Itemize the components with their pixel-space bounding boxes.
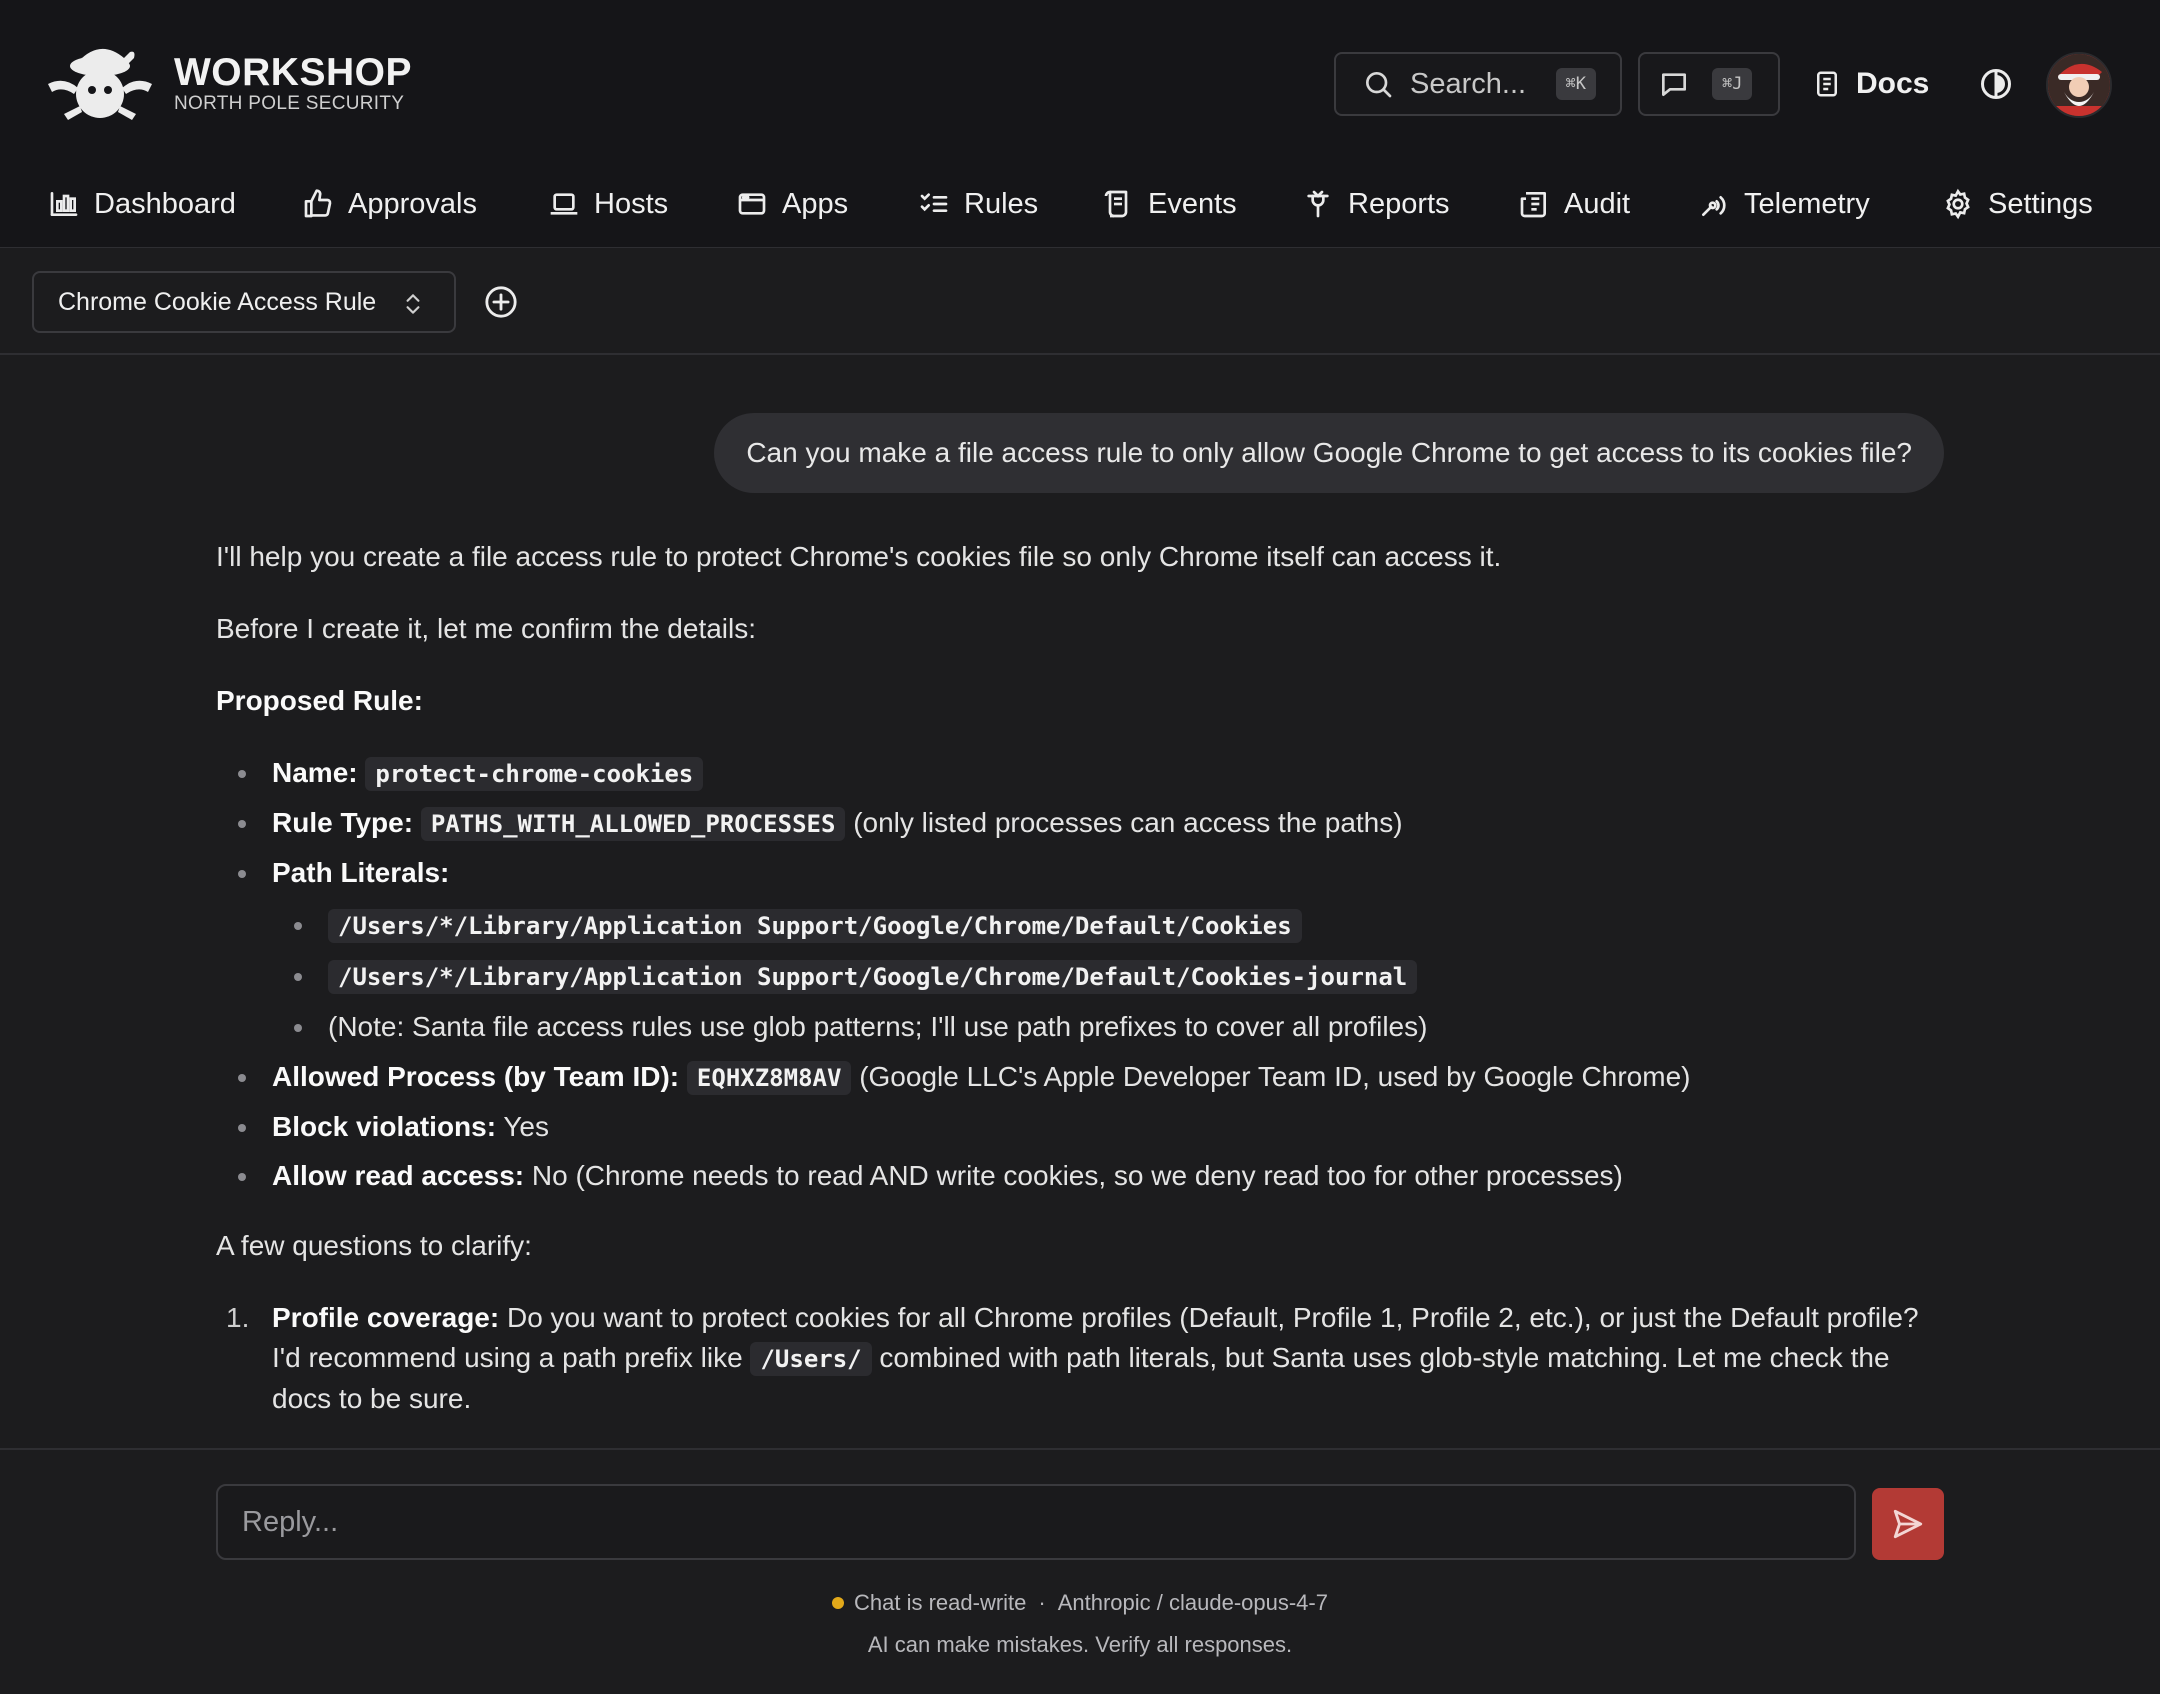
question-code: /Users/ xyxy=(750,1342,872,1376)
app-header: WORKSHOP NORTH POLE SECURITY Search... ⌘… xyxy=(0,0,2160,248)
nav-settings[interactable]: Settings xyxy=(1942,182,2093,226)
user-message: Can you make a file access rule to only … xyxy=(714,413,1944,493)
list-item: (Note: Santa file access rules use glob … xyxy=(294,1007,1946,1047)
nav-telemetry[interactable]: Telemetry xyxy=(1698,182,1870,226)
status-separator: · xyxy=(1038,1590,1046,1615)
scroll-icon xyxy=(1104,190,1128,218)
questions-heading: A few questions to clarify: xyxy=(216,1230,532,1261)
allowed-process-label: Allowed Process (by Team ID): xyxy=(272,1061,680,1092)
nav-label: Audit xyxy=(1564,187,1631,220)
allow-read-value: No (Chrome needs to read AND write cooki… xyxy=(531,1160,1623,1191)
send-icon xyxy=(1893,1509,1923,1539)
proposed-rule-heading: Proposed Rule: xyxy=(216,685,423,716)
rule-name-code: protect-chrome-cookies xyxy=(365,757,704,791)
model-label: Anthropic / claude-opus-4-7 xyxy=(1057,1590,1328,1615)
list-item: Allowed Process (by Team ID): EQHXZ8M8AV… xyxy=(238,1057,1946,1098)
list-item: /Users/*/Library/Application Support/Goo… xyxy=(294,956,1946,997)
search-shortcut-badge: ⌘K xyxy=(1555,68,1596,100)
chat-shortcut-badge: ⌘J xyxy=(1712,68,1753,100)
list-item: Path Literals: /Users/*/Library/Applicat… xyxy=(238,853,1946,1047)
list-item: /Users/*/Library/Application Support/Goo… xyxy=(294,905,1946,946)
main-nav: Dashboard Approvals Hosts Apps Rules Eve… xyxy=(0,168,2160,238)
question-number: 1. xyxy=(226,1302,250,1333)
nav-label: Approvals xyxy=(348,187,477,220)
nav-events[interactable]: Events xyxy=(1102,182,1237,226)
chat-button[interactable]: ⌘J xyxy=(1638,52,1780,116)
path-literals-list: /Users/*/Library/Application Support/Goo… xyxy=(294,905,1946,1047)
radio-icon xyxy=(1702,196,1726,216)
block-violations-value: Yes xyxy=(503,1111,550,1142)
list-item: Allow read access: No (Chrome needs to r… xyxy=(238,1156,1946,1196)
assistant-confirm: Before I create it, let me confirm the d… xyxy=(216,613,757,644)
docs-label: Docs xyxy=(1856,67,1930,100)
book-icon xyxy=(1817,71,1837,97)
chat-transcript: Can you make a file access rule to only … xyxy=(0,357,2160,1447)
nav-label: Telemetry xyxy=(1744,187,1870,220)
nav-approvals[interactable]: Approvals xyxy=(302,182,477,226)
search-button[interactable]: Search... ⌘K xyxy=(1334,52,1622,116)
newspaper-icon xyxy=(1520,192,1546,218)
path-code: /Users/*/Library/Application Support/Goo… xyxy=(328,909,1302,943)
rule-type-label: Rule Type: xyxy=(272,807,414,838)
proposed-rule-list: Name: protect-chrome-cookies Rule Type: … xyxy=(238,753,1946,1196)
nav-reports[interactable]: Reports xyxy=(1302,182,1450,226)
name-label: Name: xyxy=(272,757,358,788)
reports-icon xyxy=(1307,190,1329,218)
chat-status: Chat is read-write xyxy=(854,1590,1027,1615)
conversation-title: Chrome Cookie Access Rule xyxy=(58,287,377,316)
search-placeholder: Search... xyxy=(1410,67,1527,100)
nav-hosts[interactable]: Hosts xyxy=(548,182,668,226)
reply-input[interactable] xyxy=(216,1484,1856,1560)
conversation-toolbar: Chrome Cookie Access Rule xyxy=(0,249,2160,355)
path-note: (Note: Santa file access rules use glob … xyxy=(328,1011,1428,1042)
new-conversation-icon[interactable] xyxy=(484,285,518,319)
list-item: Name: protect-chrome-cookies xyxy=(238,753,1946,794)
message-square-icon xyxy=(1662,73,1686,96)
rule-type-note: (only listed processes can access the pa… xyxy=(853,807,1403,838)
path-literals-label: Path Literals: xyxy=(272,857,450,888)
assistant-intro: I'll help you create a file access rule … xyxy=(216,541,1502,572)
team-id-code: EQHXZ8M8AV xyxy=(686,1061,852,1095)
app-window-icon xyxy=(738,193,766,215)
laptop-icon xyxy=(550,193,578,215)
chat-status-line: Chat is read-write · Anthropic / claude-op… xyxy=(0,1590,2160,1616)
nav-label: Reports xyxy=(1348,187,1450,220)
block-violations-label: Block violations: xyxy=(272,1111,497,1142)
nav-dashboard[interactable]: Dashboard xyxy=(48,182,236,226)
nav-label: Apps xyxy=(782,187,849,220)
theme-toggle-icon[interactable] xyxy=(1978,66,2014,102)
conversation-select[interactable]: Chrome Cookie Access Rule xyxy=(32,271,456,333)
ai-disclaimer: AI can make mistakes. Verify all respons… xyxy=(867,1632,1293,1657)
list-item: Rule Type: PATHS_WITH_ALLOWED_PROCESSES … xyxy=(238,803,1946,844)
santa-avatar-icon xyxy=(2048,54,2110,116)
path-code: /Users/*/Library/Application Support/Goo… xyxy=(328,960,1418,994)
nav-label: Dashboard xyxy=(94,187,236,220)
gear-icon xyxy=(1946,188,1970,220)
assistant-message: I'll help you create a file access rule … xyxy=(216,537,1946,1419)
user-avatar[interactable] xyxy=(2046,52,2112,118)
status-dot xyxy=(832,1597,844,1609)
composer: Chat is read-write · Anthropic / claude-op… xyxy=(0,1448,2160,1694)
nav-label: Hosts xyxy=(594,187,669,220)
thumbs-up-icon xyxy=(304,189,332,218)
send-button[interactable] xyxy=(1872,1488,1944,1560)
list-item: 1. Profile coverage: Do you want to prot… xyxy=(226,1298,1946,1419)
allowed-process-note: (Google LLC's Apple Developer Team ID, u… xyxy=(859,1061,1691,1092)
allow-read-label: Allow read access: xyxy=(272,1160,525,1191)
nav-audit[interactable]: Audit xyxy=(1518,182,1630,226)
list-checks-icon xyxy=(920,193,948,212)
nav-rules[interactable]: Rules xyxy=(918,182,1038,226)
nav-label: Events xyxy=(1148,187,1237,220)
chevron-up-down-icon xyxy=(406,294,420,314)
search-icon xyxy=(1366,72,1392,98)
nav-label: Rules xyxy=(964,187,1039,220)
nav-apps[interactable]: Apps xyxy=(736,182,848,226)
bar-chart-icon xyxy=(50,192,78,216)
docs-link[interactable]: Docs xyxy=(1812,52,1929,116)
list-item: Block violations: Yes xyxy=(238,1107,1946,1147)
questions-list: 1. Profile coverage: Do you want to prot… xyxy=(226,1298,1946,1419)
question-label: Profile coverage: xyxy=(272,1302,500,1333)
rule-type-code: PATHS_WITH_ALLOWED_PROCESSES xyxy=(420,807,846,841)
nav-label: Settings xyxy=(1988,187,2093,220)
